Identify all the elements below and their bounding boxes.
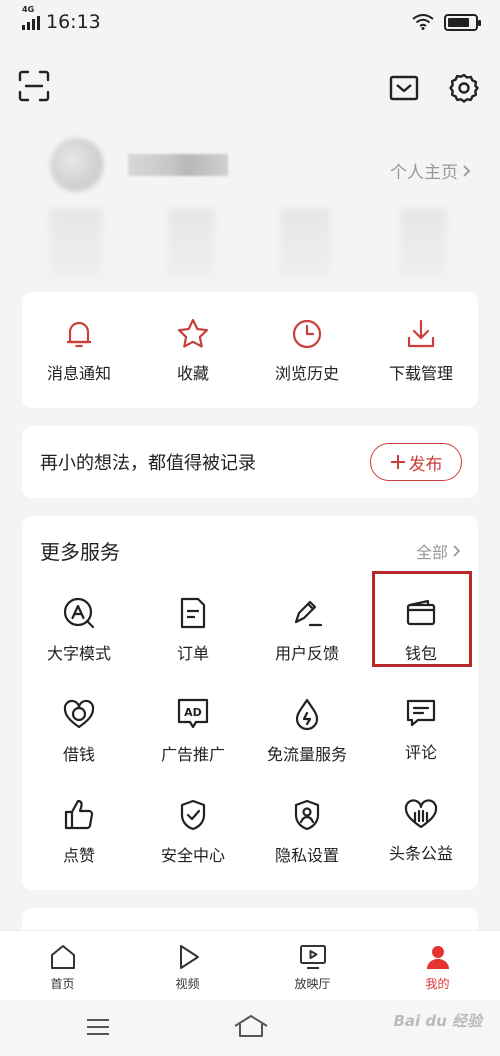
home-nav-icon[interactable] [233, 1014, 269, 1038]
comment-icon [406, 699, 436, 727]
bottom-tab-bar: 首页 视频 放映厅 我的 [0, 930, 500, 1000]
tab-label: 首页 [50, 977, 75, 991]
battery-icon [444, 13, 481, 31]
service-privacy[interactable]: 隐私设置 [250, 790, 364, 891]
stat-blurred [400, 208, 446, 278]
tab-label: 放映厅 [294, 977, 331, 991]
quick-action-notifications[interactable]: 消息通知 [22, 292, 136, 408]
quick-actions-card: 消息通知 收藏 浏览历史 下载管理 [22, 292, 478, 408]
download-icon [407, 319, 435, 348]
bell-icon [67, 321, 91, 348]
tab-video[interactable]: 视频 [125, 931, 250, 1000]
quick-action-favorites[interactable]: 收藏 [136, 292, 250, 408]
status-bar: 4G 16:13 [0, 0, 500, 44]
quick-action-label: 收藏 [176, 364, 209, 383]
thumbs-up-icon [64, 799, 94, 830]
tab-theater[interactable]: 放映厅 [250, 931, 375, 1000]
order-icon [180, 597, 206, 629]
stat-blurred [280, 208, 330, 278]
services-title: 更多服务 [40, 540, 120, 564]
service-comments[interactable]: 评论 [364, 689, 478, 790]
wallet-highlight-box [372, 571, 472, 667]
service-charity[interactable]: 头条公益 [364, 790, 478, 891]
service-label: 安全中心 [160, 846, 225, 865]
signal-icon: 4G [22, 5, 40, 30]
post-idea-card: 再小的想法，都值得被记录 发布 [22, 426, 478, 498]
font-size-icon [63, 597, 95, 629]
scan-icon[interactable] [14, 66, 54, 106]
profile-section: 个人主页 [0, 128, 500, 288]
service-feedback[interactable]: 用户反馈 [250, 588, 364, 689]
personal-homepage-label: 个人主页 [390, 163, 458, 183]
services-all-label: 全部 [415, 542, 448, 562]
quick-action-downloads[interactable]: 下载管理 [364, 292, 478, 408]
service-label: 借钱 [62, 745, 95, 764]
service-label: 隐私设置 [274, 846, 339, 865]
services-all-link[interactable]: 全部 [416, 539, 462, 563]
privacy-icon [294, 799, 320, 831]
drop-icon [295, 698, 319, 731]
service-label: 大字模式 [46, 644, 111, 663]
loan-icon [63, 699, 95, 729]
service-advertising[interactable]: AD 广告推广 [136, 689, 250, 790]
avatar[interactable] [50, 138, 104, 192]
home-icon [50, 945, 75, 969]
service-free-data[interactable]: 免流量服务 [250, 689, 364, 790]
service-security-center[interactable]: 安全中心 [136, 790, 250, 891]
quick-action-label: 下载管理 [388, 364, 453, 383]
wifi-icon [412, 14, 434, 30]
service-label: 用户反馈 [274, 644, 339, 663]
plus-icon [390, 455, 405, 469]
service-label: 评论 [404, 743, 437, 762]
service-label: 免流量服务 [266, 745, 347, 764]
feedback-pen-icon [294, 600, 323, 627]
clock-icon [292, 319, 322, 349]
username-blurred [128, 154, 228, 176]
top-bar [0, 66, 500, 112]
post-button[interactable]: 发布 [370, 443, 462, 481]
personal-homepage-link[interactable]: 个人主页 [390, 158, 472, 183]
stat-blurred [168, 208, 214, 278]
user-icon [426, 946, 449, 969]
service-likes[interactable]: 点赞 [22, 790, 136, 891]
service-label: 广告推广 [160, 745, 225, 764]
service-label: 头条公益 [388, 844, 453, 863]
service-loan[interactable]: 借钱 [22, 689, 136, 790]
star-icon [177, 318, 209, 348]
theater-icon [299, 945, 326, 969]
ad-icon: AD [177, 698, 209, 729]
more-services-card: 更多服务 全部 大字模式 订单 用户反馈 钱包 借钱 AD 广告推广 免流量服务… [22, 516, 478, 890]
quick-action-history[interactable]: 浏览历史 [250, 292, 364, 408]
post-button-label: 发布 [408, 454, 443, 475]
service-label: 订单 [176, 644, 209, 663]
quick-action-label: 浏览历史 [274, 364, 339, 383]
post-prompt-text[interactable]: 再小的想法，都值得被记录 [40, 449, 256, 475]
charity-icon [404, 799, 438, 829]
mail-icon[interactable] [384, 68, 424, 108]
menu-icon[interactable] [86, 1018, 110, 1036]
tab-mine[interactable]: 我的 [375, 931, 500, 1000]
tab-label: 视频 [175, 977, 200, 991]
service-label: 点赞 [62, 846, 95, 865]
chevron-right-icon [453, 544, 461, 557]
shield-icon [180, 799, 206, 831]
stat-blurred [50, 208, 102, 278]
watermark-text: Bai du 经验 [393, 1012, 482, 1030]
service-orders[interactable]: 订单 [136, 588, 250, 689]
tab-label: 我的 [425, 977, 450, 991]
status-time: 16:13 [46, 11, 101, 33]
settings-gear-icon[interactable] [444, 68, 484, 108]
service-large-font[interactable]: 大字模式 [22, 588, 136, 689]
play-icon [179, 945, 199, 969]
quick-action-label: 消息通知 [46, 364, 111, 383]
chevron-right-icon [463, 164, 471, 177]
tab-home[interactable]: 首页 [0, 931, 125, 1000]
svg-text:AD: AD [184, 706, 202, 719]
